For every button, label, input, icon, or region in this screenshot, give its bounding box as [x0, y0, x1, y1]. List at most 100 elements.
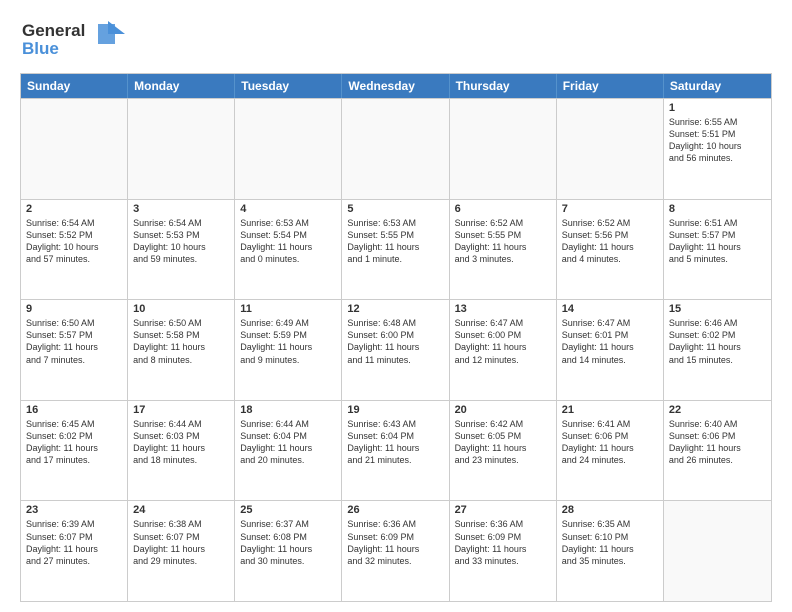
calendar-cell: 25 Sunrise: 6:37 AM Sunset: 6:08 PM Dayli… — [235, 501, 342, 601]
day-number: 16 — [26, 404, 122, 416]
calendar-header: SundayMondayTuesdayWednesdayThursdayFrid… — [21, 74, 771, 98]
day-number: 11 — [240, 303, 336, 315]
calendar-week-row: 16 Sunrise: 6:45 AM Sunset: 6:02 PM Dayli… — [21, 400, 771, 501]
calendar: SundayMondayTuesdayWednesdayThursdayFrid… — [20, 73, 772, 602]
cell-daylight-info: Sunrise: 6:43 AM Sunset: 6:04 PM Dayligh… — [347, 418, 443, 467]
day-number: 7 — [562, 203, 658, 215]
calendar-cell: 26 Sunrise: 6:36 AM Sunset: 6:09 PM Dayli… — [342, 501, 449, 601]
weekday-header: Tuesday — [235, 74, 342, 98]
logo: General Blue — [20, 16, 130, 65]
day-number: 24 — [133, 504, 229, 516]
weekday-header: Monday — [128, 74, 235, 98]
cell-daylight-info: Sunrise: 6:41 AM Sunset: 6:06 PM Dayligh… — [562, 418, 658, 467]
day-number: 22 — [669, 404, 766, 416]
cell-daylight-info: Sunrise: 6:49 AM Sunset: 5:59 PM Dayligh… — [240, 317, 336, 366]
calendar-cell — [21, 99, 128, 199]
calendar-cell — [342, 99, 449, 199]
calendar-cell — [128, 99, 235, 199]
cell-daylight-info: Sunrise: 6:37 AM Sunset: 6:08 PM Dayligh… — [240, 518, 336, 567]
calendar-cell — [450, 99, 557, 199]
cell-daylight-info: Sunrise: 6:50 AM Sunset: 5:58 PM Dayligh… — [133, 317, 229, 366]
svg-text:Blue: Blue — [22, 39, 59, 58]
calendar-cell: 14 Sunrise: 6:47 AM Sunset: 6:01 PM Dayli… — [557, 300, 664, 400]
calendar-cell: 28 Sunrise: 6:35 AM Sunset: 6:10 PM Dayli… — [557, 501, 664, 601]
cell-daylight-info: Sunrise: 6:44 AM Sunset: 6:04 PM Dayligh… — [240, 418, 336, 467]
calendar-cell: 15Sunrise: 6:46 AM Sunset: 6:02 PM Dayli… — [664, 300, 771, 400]
calendar-cell — [664, 501, 771, 601]
day-number: 13 — [455, 303, 551, 315]
day-number: 1 — [669, 102, 766, 114]
day-number: 6 — [455, 203, 551, 215]
calendar-week-row: 1 Sunrise: 6:55 AM Sunset: 5:51 PM Daylig… — [21, 98, 771, 199]
calendar-cell — [557, 99, 664, 199]
weekday-header: Friday — [557, 74, 664, 98]
day-number: 12 — [347, 303, 443, 315]
day-number: 19 — [347, 404, 443, 416]
calendar-cell: 4 Sunrise: 6:53 AM Sunset: 5:54 PM Daylig… — [235, 200, 342, 300]
calendar-cell: 1 Sunrise: 6:55 AM Sunset: 5:51 PM Daylig… — [664, 99, 771, 199]
day-number: 27 — [455, 504, 551, 516]
cell-daylight-info: Sunrise: 6:38 AM Sunset: 6:07 PM Dayligh… — [133, 518, 229, 567]
day-number: 10 — [133, 303, 229, 315]
cell-daylight-info: Sunrise: 6:35 AM Sunset: 6:10 PM Dayligh… — [562, 518, 658, 567]
day-number: 3 — [133, 203, 229, 215]
calendar-cell: 12 Sunrise: 6:48 AM Sunset: 6:00 PM Dayli… — [342, 300, 449, 400]
weekday-header: Saturday — [664, 74, 771, 98]
cell-daylight-info: Sunrise: 6:40 AM Sunset: 6:06 PM Dayligh… — [669, 418, 766, 467]
calendar-cell: 19 Sunrise: 6:43 AM Sunset: 6:04 PM Dayli… — [342, 401, 449, 501]
day-number: 2 — [26, 203, 122, 215]
cell-daylight-info: Sunrise: 6:48 AM Sunset: 6:00 PM Dayligh… — [347, 317, 443, 366]
calendar-week-row: 9Sunrise: 6:50 AM Sunset: 5:57 PM Daylig… — [21, 299, 771, 400]
calendar-cell: 21 Sunrise: 6:41 AM Sunset: 6:06 PM Dayli… — [557, 401, 664, 501]
cell-daylight-info: Sunrise: 6:51 AM Sunset: 5:57 PM Dayligh… — [669, 217, 766, 266]
day-number: 25 — [240, 504, 336, 516]
weekday-header: Sunday — [21, 74, 128, 98]
page: General Blue SundayMondayTuesdayWednesda… — [0, 0, 792, 612]
cell-daylight-info: Sunrise: 6:47 AM Sunset: 6:01 PM Dayligh… — [562, 317, 658, 366]
calendar-cell: 5 Sunrise: 6:53 AM Sunset: 5:55 PM Daylig… — [342, 200, 449, 300]
header: General Blue — [20, 16, 772, 65]
calendar-cell: 18 Sunrise: 6:44 AM Sunset: 6:04 PM Dayli… — [235, 401, 342, 501]
weekday-header: Wednesday — [342, 74, 449, 98]
calendar-cell: 22 Sunrise: 6:40 AM Sunset: 6:06 PM Dayli… — [664, 401, 771, 501]
calendar-cell: 11 Sunrise: 6:49 AM Sunset: 5:59 PM Dayli… — [235, 300, 342, 400]
cell-daylight-info: Sunrise: 6:55 AM Sunset: 5:51 PM Dayligh… — [669, 116, 766, 165]
cell-daylight-info: Sunrise: 6:47 AM Sunset: 6:00 PM Dayligh… — [455, 317, 551, 366]
day-number: 4 — [240, 203, 336, 215]
weekday-header: Thursday — [450, 74, 557, 98]
calendar-cell: 2 Sunrise: 6:54 AM Sunset: 5:52 PM Daylig… — [21, 200, 128, 300]
calendar-cell — [235, 99, 342, 199]
cell-daylight-info: Sunrise: 6:54 AM Sunset: 5:52 PM Dayligh… — [26, 217, 122, 266]
cell-daylight-info: Sunrise: 6:53 AM Sunset: 5:55 PM Dayligh… — [347, 217, 443, 266]
calendar-cell: 16 Sunrise: 6:45 AM Sunset: 6:02 PM Dayli… — [21, 401, 128, 501]
day-number: 28 — [562, 504, 658, 516]
day-number: 18 — [240, 404, 336, 416]
day-number: 5 — [347, 203, 443, 215]
calendar-cell: 9Sunrise: 6:50 AM Sunset: 5:57 PM Daylig… — [21, 300, 128, 400]
day-number: 9 — [26, 303, 122, 315]
calendar-cell: 3 Sunrise: 6:54 AM Sunset: 5:53 PM Daylig… — [128, 200, 235, 300]
cell-daylight-info: Sunrise: 6:45 AM Sunset: 6:02 PM Dayligh… — [26, 418, 122, 467]
cell-daylight-info: Sunrise: 6:36 AM Sunset: 6:09 PM Dayligh… — [347, 518, 443, 567]
calendar-cell: 23Sunrise: 6:39 AM Sunset: 6:07 PM Dayli… — [21, 501, 128, 601]
day-number: 8 — [669, 203, 766, 215]
calendar-body: 1 Sunrise: 6:55 AM Sunset: 5:51 PM Daylig… — [21, 98, 771, 601]
cell-daylight-info: Sunrise: 6:44 AM Sunset: 6:03 PM Dayligh… — [133, 418, 229, 467]
calendar-cell: 7Sunrise: 6:52 AM Sunset: 5:56 PM Daylig… — [557, 200, 664, 300]
day-number: 21 — [562, 404, 658, 416]
cell-daylight-info: Sunrise: 6:53 AM Sunset: 5:54 PM Dayligh… — [240, 217, 336, 266]
svg-text:General: General — [22, 21, 85, 40]
calendar-cell: 24 Sunrise: 6:38 AM Sunset: 6:07 PM Dayli… — [128, 501, 235, 601]
calendar-cell: 13 Sunrise: 6:47 AM Sunset: 6:00 PM Dayli… — [450, 300, 557, 400]
calendar-cell: 10 Sunrise: 6:50 AM Sunset: 5:58 PM Dayli… — [128, 300, 235, 400]
cell-daylight-info: Sunrise: 6:46 AM Sunset: 6:02 PM Dayligh… — [669, 317, 766, 366]
calendar-cell: 17Sunrise: 6:44 AM Sunset: 6:03 PM Dayli… — [128, 401, 235, 501]
day-number: 14 — [562, 303, 658, 315]
calendar-week-row: 2 Sunrise: 6:54 AM Sunset: 5:52 PM Daylig… — [21, 199, 771, 300]
day-number: 26 — [347, 504, 443, 516]
calendar-cell: 8 Sunrise: 6:51 AM Sunset: 5:57 PM Daylig… — [664, 200, 771, 300]
cell-daylight-info: Sunrise: 6:36 AM Sunset: 6:09 PM Dayligh… — [455, 518, 551, 567]
cell-daylight-info: Sunrise: 6:54 AM Sunset: 5:53 PM Dayligh… — [133, 217, 229, 266]
calendar-cell: 27 Sunrise: 6:36 AM Sunset: 6:09 PM Dayli… — [450, 501, 557, 601]
logo-text: General Blue — [20, 16, 130, 65]
